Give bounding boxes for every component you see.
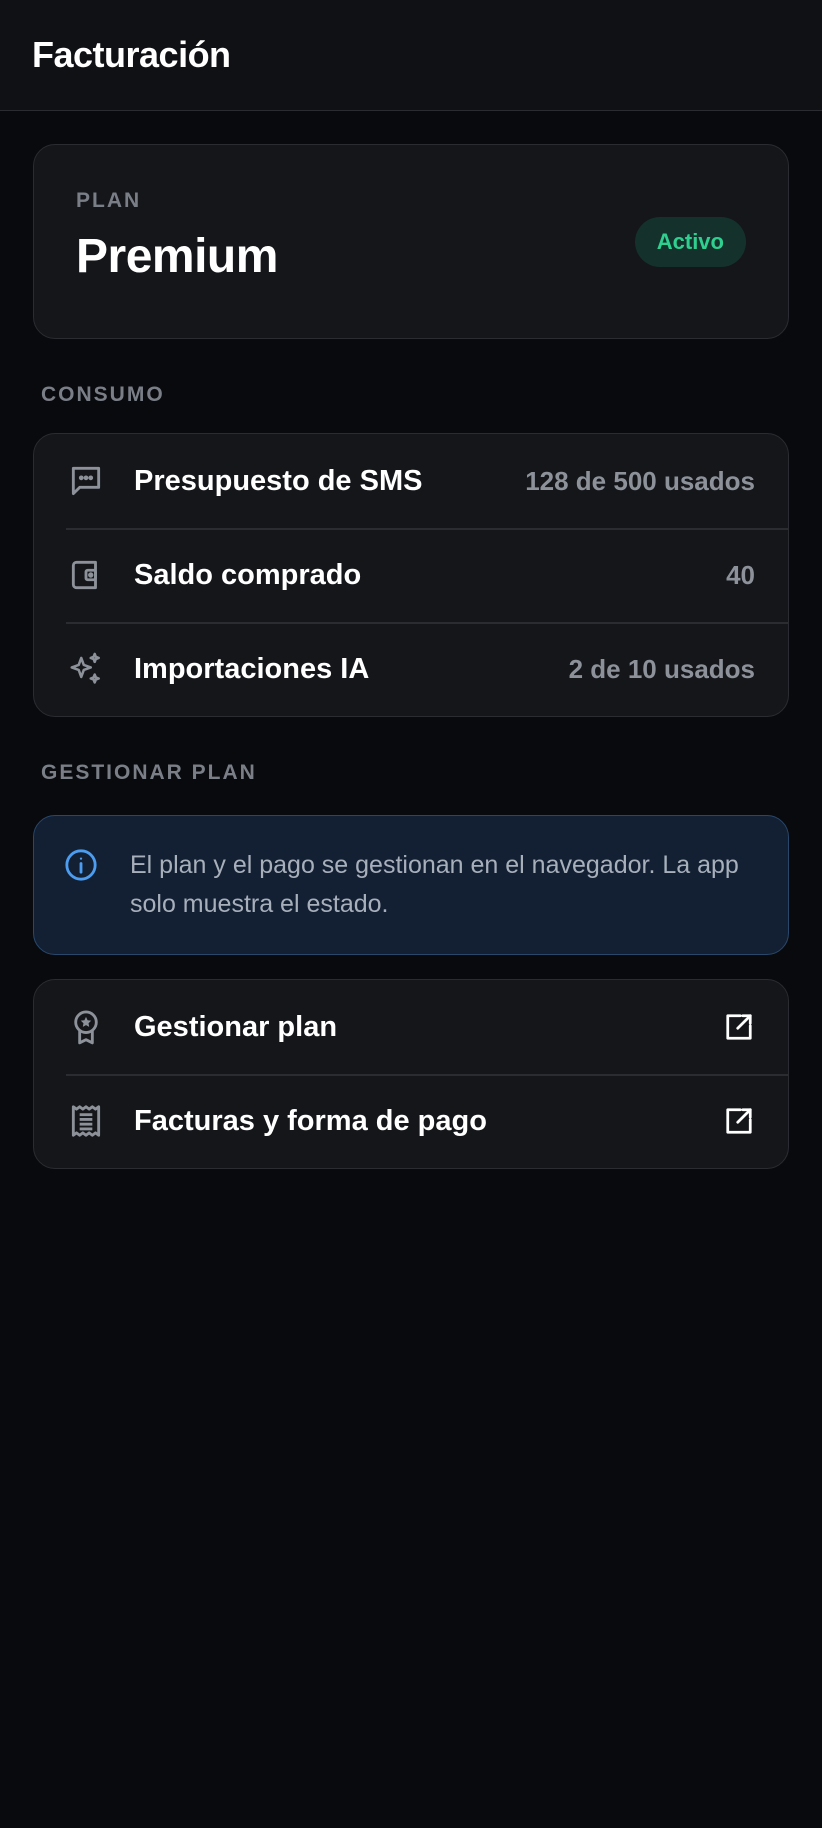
manage-plan-label: Gestionar plan <box>134 1010 338 1043</box>
plan-card: PLAN Premium Activo <box>33 144 789 339</box>
plan-label: PLAN <box>76 189 142 212</box>
consumo-row-saldo: Saldo comprado 40 <box>34 528 788 622</box>
consumo-label: Saldo comprado <box>134 558 362 591</box>
consumo-list: Presupuesto de SMS 128 de 500 usados Sal… <box>33 433 789 717</box>
consumo-value: 2 de 10 usados <box>568 653 755 684</box>
info-banner: El plan y el pago se gestionan en el nav… <box>33 815 789 955</box>
section-label-gestionar: GESTIONAR PLAN <box>41 761 257 784</box>
app-bar: Facturación <box>0 0 822 111</box>
info-text: El plan y el pago se gestionan en el nav… <box>130 851 739 918</box>
section-label-consumo: CONSUMO <box>41 383 165 406</box>
invoices-payment-label: Facturas y forma de pago <box>134 1104 487 1137</box>
sparkles-icon <box>67 650 105 688</box>
page-title: Facturación <box>32 34 231 75</box>
external-link-icon <box>723 1011 755 1043</box>
content: PLAN Premium Activo CONSUMO Presupuesto … <box>0 111 822 1169</box>
award-icon <box>67 1008 105 1046</box>
status-badge: Activo <box>634 217 746 267</box>
consumo-row-sms: Presupuesto de SMS 128 de 500 usados <box>34 434 788 528</box>
manage-plan-row[interactable]: Gestionar plan <box>34 980 788 1074</box>
invoices-payment-row[interactable]: Facturas y forma de pago <box>34 1074 788 1168</box>
consumo-label: Importaciones IA <box>134 652 370 685</box>
consumo-row-ia: Importaciones IA 2 de 10 usados <box>34 622 788 716</box>
wallet-icon <box>67 556 105 594</box>
receipt-icon <box>67 1102 105 1140</box>
consumo-label: Presupuesto de SMS <box>134 464 423 497</box>
external-link-icon <box>723 1105 755 1137</box>
manage-list: Gestionar plan Facturas y forma de pago <box>33 979 789 1169</box>
consumo-value: 128 de 500 usados <box>525 465 755 496</box>
info-icon <box>64 848 98 882</box>
message-dots-icon <box>67 462 105 500</box>
consumo-value: 40 <box>726 559 755 590</box>
